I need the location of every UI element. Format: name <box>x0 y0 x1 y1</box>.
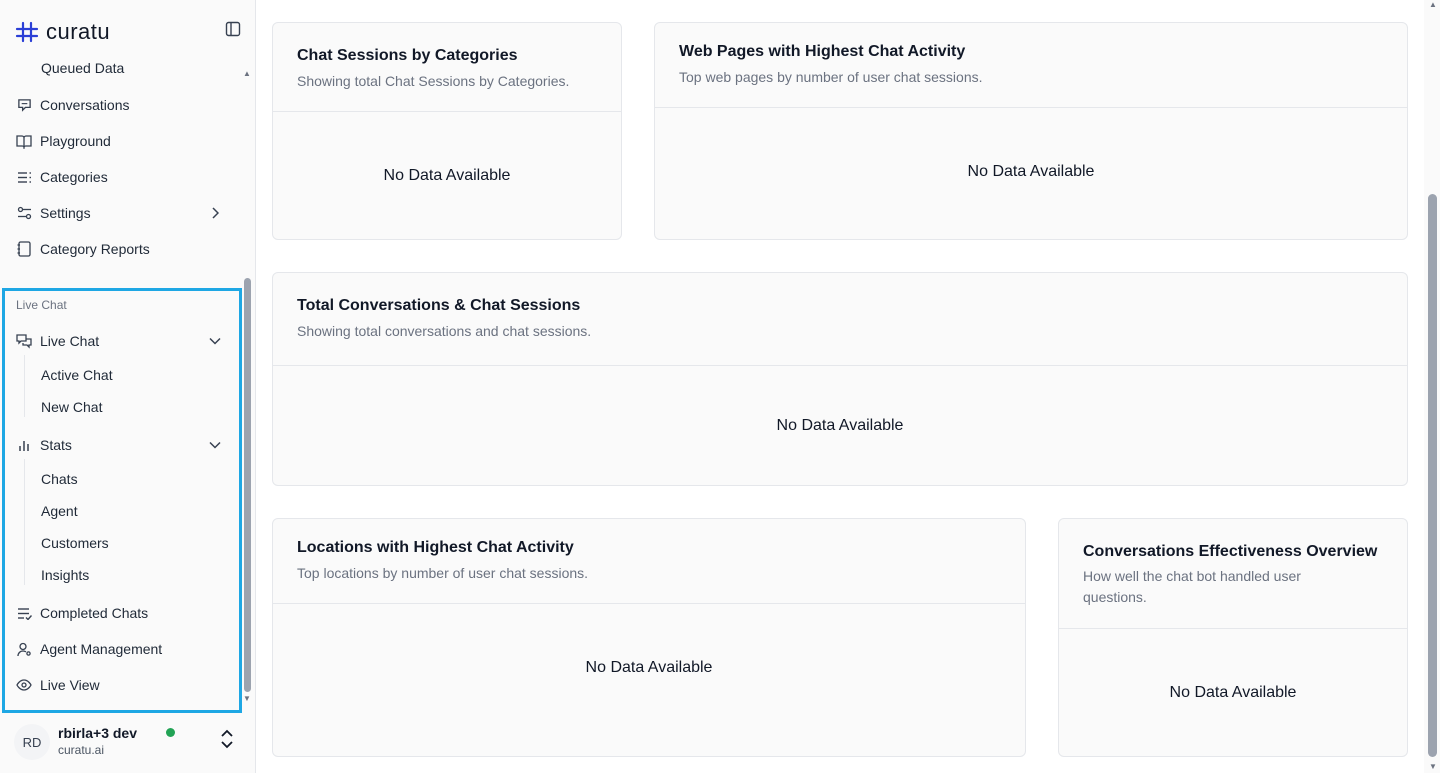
playground-icon <box>16 133 32 149</box>
card-title: Locations with Highest Chat Activity <box>297 539 574 556</box>
sidebar-item-label: Insights <box>41 567 90 583</box>
chevron-down-icon <box>208 438 222 452</box>
sidebar-item-label: New Chat <box>41 399 103 415</box>
chevron-right-icon <box>208 206 222 220</box>
sidebar-item-category-reports[interactable]: Category Reports <box>16 237 150 261</box>
sidebar-toggle-icon <box>225 21 241 42</box>
agent-management-icon <box>16 641 32 657</box>
sidebar-toggle-button[interactable] <box>222 20 244 42</box>
user-profile[interactable]: RD rbirla+3 dev curatu.ai <box>0 716 256 766</box>
sidebar-item-completed-chats[interactable]: Completed Chats <box>16 601 148 625</box>
sidebar-item-label: Categories <box>40 169 108 185</box>
card-empty-state: No Data Available <box>1169 684 1297 701</box>
sidebar-item-label: Queued Data <box>41 60 125 76</box>
card-subtitle: Showing total conversations and chat ses… <box>297 323 592 339</box>
sidebar-item-stats[interactable]: Stats <box>16 433 228 457</box>
sidebar-item-customers[interactable]: Customers <box>41 531 109 555</box>
card-subtitle: How well the chat bot handled user <box>1083 568 1301 584</box>
brand-name: curatu <box>46 19 111 44</box>
stats-icon <box>16 437 32 453</box>
chevron-down-icon <box>208 334 222 348</box>
sidebar-item-label: Agent <box>41 503 78 519</box>
sidebar-item-categories[interactable]: Categories <box>16 165 108 189</box>
sidebar-item-active-chat[interactable]: Active Chat <box>41 363 113 387</box>
sidebar-item-chats[interactable]: Chats <box>41 467 78 491</box>
card-total-conversations-chat-sessions: Total Conversations & Chat Sessions Show… <box>272 272 1408 486</box>
card-title: Conversations Effectiveness Overview <box>1083 543 1378 560</box>
sidebar-item-label: Category Reports <box>40 241 150 257</box>
card-subtitle: questions. <box>1083 589 1147 605</box>
sidebar-item-label: Conversations <box>40 97 130 113</box>
card-subtitle: Showing total Chat Sessions by Categorie… <box>297 73 570 89</box>
user-menu-button[interactable] <box>216 728 238 754</box>
card-subtitle: Top locations by number of user chat ses… <box>297 565 589 581</box>
sidebar-item-label: Chats <box>41 471 78 487</box>
live-chat-icon <box>16 333 32 349</box>
logo-icon <box>14 19 40 45</box>
card-chat-sessions-by-categories: Chat Sessions by Categories Showing tota… <box>272 22 622 240</box>
settings-icon <box>16 205 32 221</box>
card-subtitle: Top web pages by number of user chat ses… <box>679 69 983 85</box>
sidebar-item-queued-data[interactable]: Queued Data <box>41 56 124 80</box>
sidebar-item-live-view[interactable]: Live View <box>16 673 100 697</box>
card-empty-state: No Data Available <box>585 659 713 676</box>
sidebar-item-settings[interactable]: Settings <box>16 201 228 225</box>
categories-icon <box>16 169 32 185</box>
sidebar-scroll-down[interactable]: ▼ <box>242 695 252 703</box>
card-empty-state: No Data Available <box>776 417 904 434</box>
card-locations-chat-activity: Locations with Highest Chat Activity Top… <box>272 518 1026 757</box>
section-label-live-chat: Live Chat <box>16 298 67 312</box>
card-web-pages-chat-activity: Web Pages with Highest Chat Activity Top… <box>654 22 1408 240</box>
avatar: RD <box>14 724 50 760</box>
sidebar-item-conversations[interactable]: Conversations <box>16 93 130 117</box>
card-title: Chat Sessions by Categories <box>297 47 518 64</box>
card-empty-state: No Data Available <box>967 163 1095 180</box>
main-scroll-up[interactable]: ▲ <box>1428 0 1438 9</box>
conversations-icon <box>16 97 32 113</box>
sidebar-item-insights[interactable]: Insights <box>41 563 89 587</box>
sidebar-item-new-chat[interactable]: New Chat <box>41 395 102 419</box>
sidebar-item-label: Customers <box>41 535 109 551</box>
submenu-line <box>24 355 25 417</box>
card-header: Chat Sessions by Categories Showing tota… <box>273 23 621 112</box>
sidebar: curatu Queued Data Conversations Playgro… <box>0 0 256 773</box>
chevron-up-down-icon <box>220 728 234 755</box>
sidebar-item-agent[interactable]: Agent <box>41 499 78 523</box>
card-title: Web Pages with Highest Chat Activity <box>679 43 966 60</box>
card-title: Total Conversations & Chat Sessions <box>297 297 581 314</box>
sidebar-item-label: Live View <box>40 677 100 693</box>
card-header: Total Conversations & Chat Sessions Show… <box>273 273 1407 366</box>
card-header: Conversations Effectiveness Overview How… <box>1059 519 1407 629</box>
sidebar-item-label: Completed Chats <box>40 605 149 621</box>
sidebar-nav: Queued Data Conversations Playground Cat… <box>0 56 244 710</box>
eye-icon <box>16 677 32 693</box>
sidebar-item-label: Stats <box>40 437 72 453</box>
category-reports-icon <box>16 241 32 257</box>
submenu-line <box>24 459 25 585</box>
card-empty-state: No Data Available <box>383 167 511 184</box>
sidebar-item-label: Settings <box>40 205 91 221</box>
user-domain: curatu.ai <box>58 743 105 757</box>
sidebar-item-live-chat[interactable]: Live Chat <box>16 329 228 353</box>
sidebar-item-label: Live Chat <box>40 333 100 349</box>
card-header: Locations with Highest Chat Activity Top… <box>273 519 1025 604</box>
sidebar-scroll-up[interactable]: ▲ <box>242 70 252 78</box>
card-conversations-effectiveness: Conversations Effectiveness Overview How… <box>1058 518 1408 757</box>
brand[interactable]: curatu <box>14 18 244 46</box>
sidebar-item-label: Agent Management <box>40 641 163 657</box>
sidebar-scrollbar[interactable] <box>244 278 251 692</box>
main-scrollbar-thumb[interactable] <box>1428 194 1437 757</box>
online-status-dot <box>166 728 175 737</box>
sidebar-item-label: Active Chat <box>41 367 113 383</box>
sidebar-item-label: Playground <box>40 133 111 149</box>
user-name: rbirla+3 dev <box>58 725 137 741</box>
completed-chats-icon <box>16 605 32 621</box>
sidebar-item-playground[interactable]: Playground <box>16 129 111 153</box>
sidebar-item-agent-management[interactable]: Agent Management <box>16 637 162 661</box>
main-scroll-down[interactable]: ▼ <box>1428 762 1438 771</box>
card-header: Web Pages with Highest Chat Activity Top… <box>655 23 1407 108</box>
